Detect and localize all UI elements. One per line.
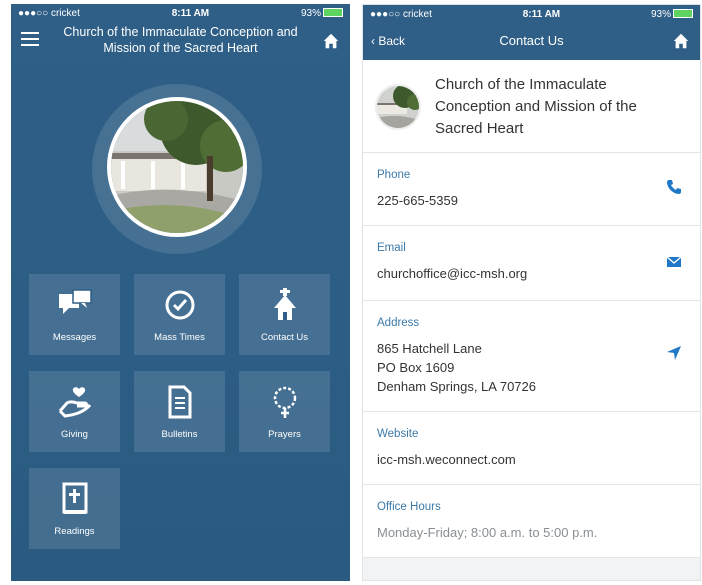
document-icon xyxy=(168,385,191,419)
mail-icon[interactable] xyxy=(666,254,682,270)
website-label: Website xyxy=(377,428,419,440)
phone-label: Phone xyxy=(377,169,411,181)
church-icon xyxy=(273,288,296,320)
tile-contact-us[interactable]: Contact Us xyxy=(239,274,330,355)
messages-icon xyxy=(58,289,92,314)
clock-label: 8:11 AM xyxy=(522,8,561,20)
office-hours-value: Monday-Friday; 8:00 a.m. to 5:00 p.m. xyxy=(377,525,598,540)
rosary-icon xyxy=(273,386,296,418)
tile-mass-times[interactable]: Mass Times xyxy=(134,274,225,355)
battery-indicator: 93% xyxy=(301,8,343,19)
address-label: Address xyxy=(377,317,420,329)
home-icon[interactable] xyxy=(672,32,690,50)
home-icon[interactable] xyxy=(322,32,340,50)
status-bar: ●●●○○ cricket 8:11 AM 93% xyxy=(11,4,350,22)
church-photo xyxy=(107,97,247,237)
phone-value: 225-665-5359 xyxy=(377,193,458,208)
battery-icon xyxy=(323,8,343,18)
tile-messages[interactable]: Messages xyxy=(29,274,120,355)
battery-percent: 93% xyxy=(650,8,671,20)
tile-giving[interactable]: Giving xyxy=(29,371,120,452)
church-thumbnail xyxy=(375,84,421,130)
battery-percent: 93% xyxy=(300,7,321,19)
website-row[interactable]: Website icc-msh.weconnect.com xyxy=(363,412,700,485)
page-title: Church of the Immaculate Conception and … xyxy=(63,25,298,55)
page-title: Contact Us xyxy=(499,33,564,48)
church-header: Church of the Immaculate Conception and … xyxy=(363,60,700,153)
office-hours-row: Office Hours Monday-Friday; 8:00 a.m. to… xyxy=(363,485,700,558)
email-label: Email xyxy=(377,242,406,254)
website-value: icc-msh.weconnect.com xyxy=(377,452,516,467)
tile-label: Readings xyxy=(54,526,95,537)
phone-icon[interactable] xyxy=(666,179,682,195)
email-value: churchoffice@icc-msh.org xyxy=(377,266,528,281)
address-line: PO Box 1609 xyxy=(377,360,455,375)
tile-label: Bulletins xyxy=(161,429,198,440)
giving-hand-icon xyxy=(58,387,91,418)
tile-label: Mass Times xyxy=(154,332,205,343)
tile-label: Contact Us xyxy=(261,332,308,343)
tile-bulletins[interactable]: Bulletins xyxy=(134,371,225,452)
church-name: Church of the Immaculate Conception and … xyxy=(435,76,637,137)
email-row[interactable]: Email churchoffice@icc-msh.org xyxy=(363,226,700,301)
phone-row[interactable]: Phone 225-665-5359 xyxy=(363,153,700,226)
tile-prayers[interactable]: Prayers xyxy=(239,371,330,452)
carrier-label: ●●●○○ cricket xyxy=(370,8,432,20)
carrier-label: ●●●○○ cricket xyxy=(18,7,80,19)
tile-readings[interactable]: Readings xyxy=(29,468,120,549)
navigation-arrow-icon[interactable] xyxy=(666,345,682,361)
home-screen: ●●●○○ cricket 8:11 AM 93% Church of the … xyxy=(11,4,350,581)
bible-icon xyxy=(62,482,87,514)
office-hours-label: Office Hours xyxy=(377,501,441,513)
address-line: 865 Hatchell Lane xyxy=(377,341,482,356)
contact-screen: ●●●○○ cricket 8:11 AM 93% ‹ Back Contact… xyxy=(362,4,701,581)
battery-indicator: 93% xyxy=(651,9,693,20)
status-bar: ●●●○○ cricket 8:11 AM 93% xyxy=(363,5,700,23)
tile-label: Messages xyxy=(52,332,97,343)
battery-icon xyxy=(673,9,693,19)
nav-bar: ●●●○○ cricket 8:11 AM 93% ‹ Back Contact… xyxy=(363,5,700,60)
address-line: Denham Springs, LA 70726 xyxy=(377,379,536,394)
clock-icon xyxy=(165,290,194,320)
clock-label: 8:11 AM xyxy=(171,7,210,19)
tile-label: Giving xyxy=(61,429,88,440)
menu-icon[interactable] xyxy=(21,32,39,46)
address-row[interactable]: Address 865 Hatchell Lane PO Box 1609 De… xyxy=(363,301,700,412)
app-header: Church of the Immaculate Conception and … xyxy=(11,22,350,62)
address-value: 865 Hatchell Lane PO Box 1609 Denham Spr… xyxy=(377,339,536,396)
tile-label: Prayers xyxy=(268,429,301,440)
